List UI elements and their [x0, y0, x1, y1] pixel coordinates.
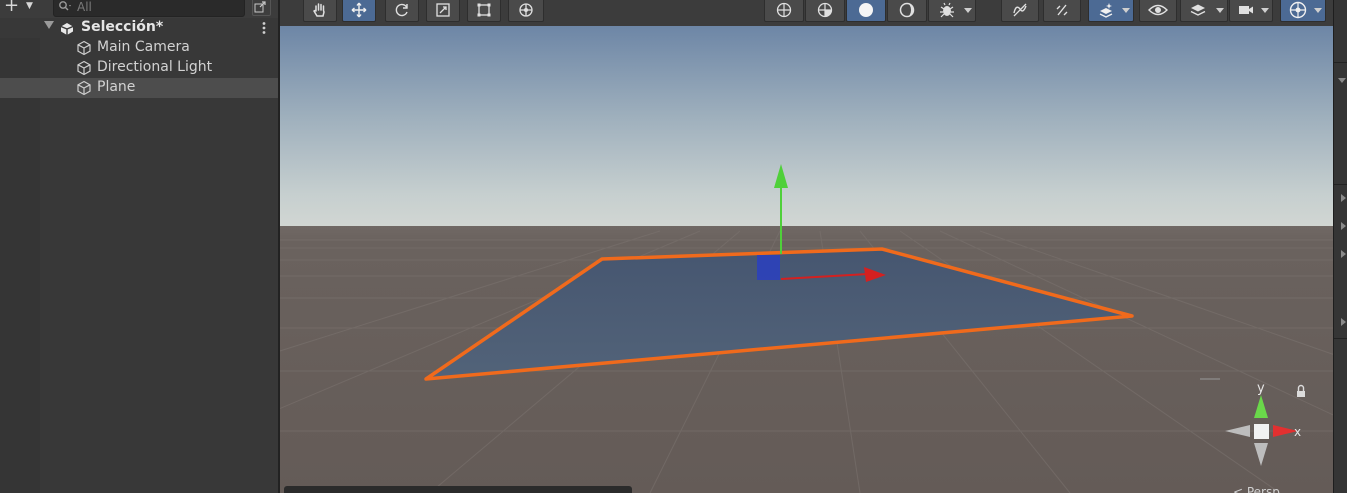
- chevron-down-icon: [1261, 8, 1269, 13]
- scene-visibility-button[interactable]: [1139, 0, 1177, 22]
- xy-plane-handle[interactable]: [757, 255, 780, 280]
- scene-viewport[interactable]: y x < Persp: [280, 26, 1333, 493]
- foldout-arrow-icon[interactable]: [1341, 250, 1346, 258]
- hierarchy-search-input[interactable]: All: [53, 0, 245, 17]
- shaded-mode-button[interactable]: [846, 0, 886, 22]
- search-icon: [58, 0, 72, 15]
- chevron-down-icon: [1122, 8, 1130, 13]
- gameobject-cube-icon: [76, 80, 92, 96]
- chevron-down-icon: [1314, 8, 1322, 13]
- scene-toolbar: [280, 0, 1333, 26]
- shaded-wireframe-mode-button[interactable]: [805, 0, 845, 22]
- debug-bug-icon: [940, 2, 955, 18]
- foldout-arrow-icon[interactable]: [1341, 318, 1346, 326]
- unlit-icon: [899, 2, 915, 18]
- transform-tool-button[interactable]: [508, 0, 544, 22]
- hierarchy-toolbar: + ▼ All: [0, 0, 278, 18]
- item-label: Directional Light: [97, 59, 213, 75]
- effects-icon: [1099, 3, 1113, 18]
- foldout-arrow-icon[interactable]: [1341, 222, 1346, 230]
- gizmos-icon: [1289, 1, 1306, 19]
- hand-tool-button[interactable]: [303, 0, 337, 22]
- more-options-icon[interactable]: [261, 21, 267, 35]
- unlit-mode-button[interactable]: [887, 0, 927, 22]
- debug-dropdown[interactable]: [928, 0, 976, 22]
- transform-tool-icon: [519, 3, 533, 17]
- panel-separator: [1334, 338, 1347, 339]
- camera-dropdown[interactable]: [1229, 0, 1273, 22]
- scene-canvas[interactable]: y x < Persp: [280, 26, 1333, 493]
- gizmos-dropdown[interactable]: [1280, 0, 1326, 22]
- lighting-toggle-button[interactable]: [1043, 0, 1081, 22]
- inspector-panel-edge[interactable]: [1333, 0, 1347, 493]
- chevron-down-icon: [1216, 8, 1224, 13]
- unity-scene-icon: [60, 21, 74, 35]
- rotate-tool-icon: [395, 3, 408, 17]
- foldout-arrow-icon[interactable]: [1341, 194, 1346, 202]
- hierarchy-item-main-camera[interactable]: Main Camera: [0, 38, 278, 58]
- visibility-eye-icon: [1148, 4, 1168, 16]
- layers-dropdown[interactable]: [1180, 0, 1228, 22]
- camera-icon: [1238, 6, 1253, 14]
- item-label: Main Camera: [97, 39, 190, 55]
- foldout-arrow-icon[interactable]: [44, 21, 54, 29]
- move-tool-icon: [351, 2, 367, 18]
- rotate-tool-button[interactable]: [385, 0, 419, 22]
- 2d-toggle-button[interactable]: [1001, 0, 1039, 22]
- chevron-down-icon: [964, 8, 972, 13]
- lighting-toggle-icon: [1056, 4, 1068, 16]
- perspective-label[interactable]: < Persp: [1233, 485, 1280, 493]
- search-placeholder: All: [77, 0, 92, 14]
- panel-separator: [1334, 62, 1347, 63]
- add-object-button[interactable]: + ▼: [4, 0, 42, 16]
- rect-tool-button[interactable]: [467, 0, 501, 22]
- scene-overlay-toolbar[interactable]: [284, 486, 632, 493]
- hierarchy-panel: + ▼ All Selección* Main Camera Direction…: [0, 0, 278, 493]
- hierarchy-indent-strip: [0, 38, 40, 493]
- wireframe-mode-button[interactable]: [764, 0, 804, 22]
- item-label: Plane: [97, 79, 136, 95]
- chevron-down-icon: ▼: [26, 1, 33, 11]
- gameobject-cube-icon: [76, 60, 92, 76]
- gizmo-y-label: y: [1257, 381, 1265, 396]
- skybox: [280, 26, 1333, 231]
- 2d-toggle-icon: [1013, 3, 1027, 17]
- foldout-arrow-icon[interactable]: [1338, 78, 1346, 83]
- add-label: +: [4, 0, 20, 16]
- effects-dropdown[interactable]: [1088, 0, 1134, 22]
- hierarchy-item-plane[interactable]: Plane: [0, 78, 278, 98]
- shaded-wireframe-icon: [817, 2, 833, 18]
- scene-name: Selección*: [81, 19, 164, 35]
- hand-tool-icon: [313, 3, 325, 17]
- scene-row[interactable]: Selección*: [0, 18, 278, 38]
- shaded-icon: [859, 3, 873, 17]
- gizmo-center-cube[interactable]: [1254, 424, 1269, 439]
- hierarchy-item-directional-light[interactable]: Directional Light: [0, 58, 278, 78]
- wireframe-icon: [776, 2, 792, 18]
- gameobject-cube-icon: [76, 40, 92, 56]
- move-tool-button[interactable]: [342, 0, 376, 22]
- rect-tool-icon: [477, 3, 491, 17]
- layers-icon: [1191, 4, 1206, 16]
- expand-icon[interactable]: [252, 0, 271, 16]
- gizmo-x-label: x: [1294, 425, 1301, 439]
- scale-tool-button[interactable]: [426, 0, 460, 22]
- panel-separator: [1334, 184, 1347, 185]
- scale-tool-icon: [436, 3, 450, 17]
